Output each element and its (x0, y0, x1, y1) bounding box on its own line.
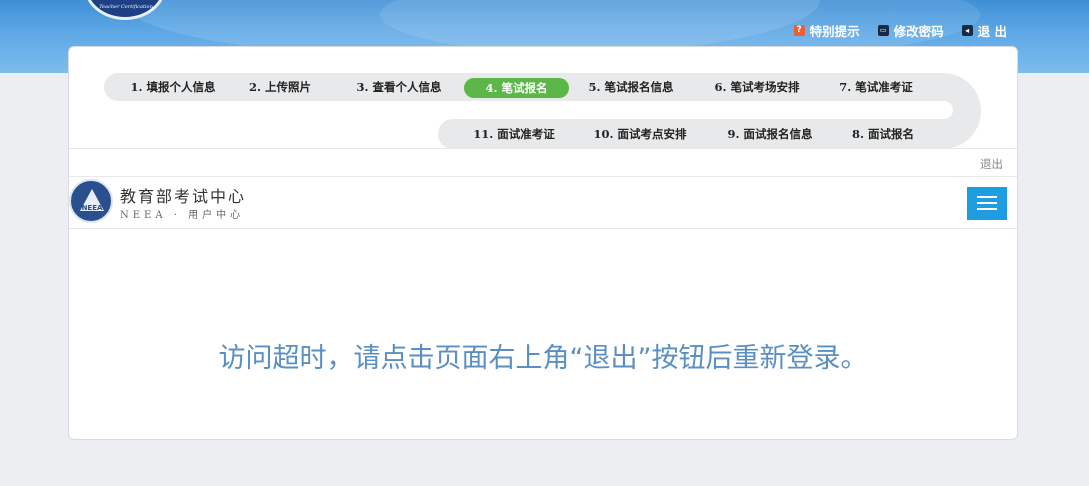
divider (69, 148, 1017, 149)
special-hint-link[interactable]: ? 特别提示 (793, 21, 860, 40)
exit-label: 退 出 (977, 24, 1007, 39)
menu-icon-bar (977, 202, 997, 204)
special-hint-label: 特别提示 (809, 24, 860, 39)
step-6[interactable]: 6. 笔试考场安排 (710, 77, 804, 97)
step-2[interactable]: 2. 上传照片 (240, 77, 320, 97)
steps-progress: 1. 填报个人信息 2. 上传照片 3. 查看个人信息 4. 笔试报名 5. 笔… (104, 73, 981, 149)
menu-icon-bar (977, 196, 997, 198)
password-icon: ▭ (877, 25, 889, 36)
exit-link[interactable]: ◂ 退 出 (961, 21, 1007, 40)
step-5[interactable]: 5. 笔试报名信息 (584, 77, 678, 97)
menu-icon-bar (977, 208, 997, 210)
divider (69, 228, 1017, 229)
step-7[interactable]: 7. 笔试准考证 (836, 77, 916, 97)
logout-link[interactable]: 退出 (980, 156, 1003, 172)
top-links: ? 特别提示 ▭ 修改密码 ◂ 退 出 (793, 21, 1007, 40)
neea-logo-text: NEEA (81, 204, 103, 212)
neea-logo: NEEA (69, 179, 113, 223)
change-password-label: 修改密码 (893, 24, 944, 39)
step-10[interactable]: 10. 面试考点安排 (590, 124, 690, 144)
step-9[interactable]: 9. 面试报名信息 (722, 124, 818, 144)
change-password-link[interactable]: ▭ 修改密码 (877, 21, 944, 40)
hamburger-menu-button[interactable] (967, 187, 1007, 220)
divider (69, 176, 1017, 177)
timeout-message: 访问超时，请点击页面右上角“退出”按钮后重新登录。 (218, 343, 868, 374)
step-8[interactable]: 8. 面试报名 (848, 124, 918, 144)
hint-icon: ? (793, 25, 805, 36)
org-subtitle: NEEA · 用户中心 (120, 210, 245, 221)
exit-icon: ◂ (961, 25, 973, 36)
step-1[interactable]: 1. 填报个人信息 (118, 77, 228, 97)
org-name: 教育部考试中心 (120, 187, 247, 206)
step-11[interactable]: 11. 面试准考证 (470, 124, 558, 144)
step-3[interactable]: 3. 查看个人信息 (352, 77, 446, 97)
step-4-active[interactable]: 4. 笔试报名 (464, 78, 569, 98)
site-logo-text: Teacher Certification (99, 4, 153, 10)
